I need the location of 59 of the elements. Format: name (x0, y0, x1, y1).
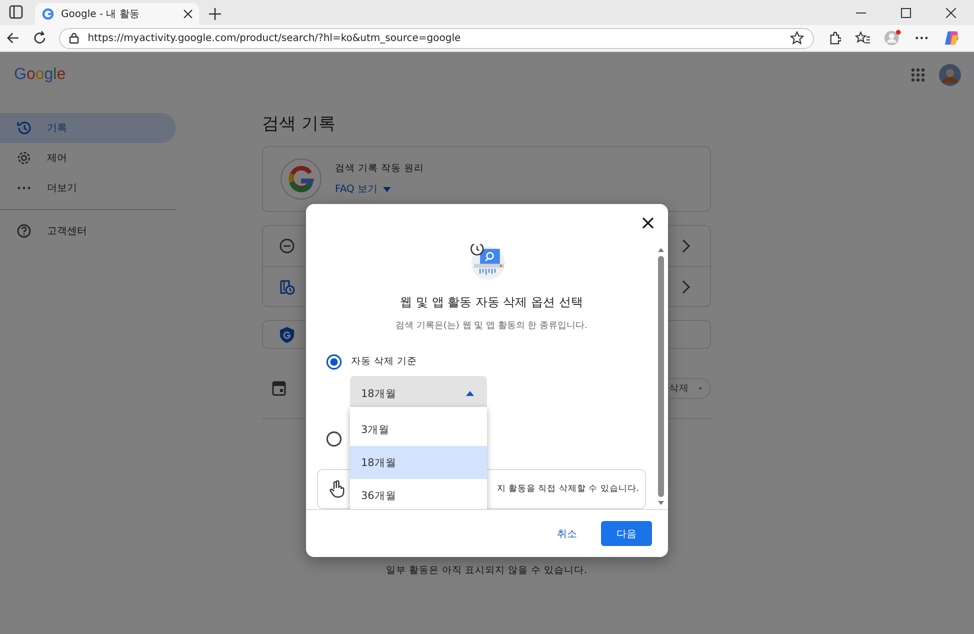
help-icon (16, 223, 32, 239)
browser-tab[interactable]: Google - 내 활동 (35, 3, 199, 25)
option-label: 자동 삭제 기준 (351, 355, 418, 368)
scroll-down-icon[interactable] (658, 501, 664, 505)
close-icon[interactable] (183, 9, 193, 19)
card-title: 검색 기록 작동 원리 (335, 162, 424, 175)
star-icon[interactable] (790, 31, 804, 45)
history-icon (16, 120, 32, 136)
more-icon (17, 186, 31, 190)
favorites-icon[interactable] (855, 31, 870, 45)
tab-actions-icon[interactable] (8, 4, 24, 20)
caret-icon (382, 186, 391, 192)
menu-item[interactable]: 18개월 (350, 446, 487, 479)
gear-icon (16, 150, 32, 166)
menu-item[interactable]: 36개월 (350, 479, 487, 509)
minus-circle-icon (279, 238, 295, 254)
page-title: 검색 기록 (262, 113, 336, 136)
calendar-icon[interactable] (272, 380, 286, 396)
more-icon[interactable] (915, 36, 929, 40)
sidebar-item[interactable]: 기록 (0, 113, 176, 143)
auto-delete-icon (279, 278, 295, 294)
sidebar-item[interactable]: 고객센터 (0, 216, 176, 246)
close-icon[interactable] (642, 217, 654, 229)
google-logo[interactable]: Google (14, 66, 66, 84)
radio-button[interactable] (326, 431, 342, 448)
menu-item[interactable]: 3개월 (350, 413, 487, 446)
shield-icon (280, 326, 294, 342)
scrollbar-thumb[interactable] (658, 256, 664, 497)
radio-button[interactable] (326, 354, 342, 370)
dialog-subtitle: 검색 기록은(는) 웹 및 앱 활동의 한 종류입니다. (396, 320, 588, 332)
next-button[interactable]: 다음 (601, 521, 652, 546)
sidebar-item[interactable]: 더보기 (0, 173, 176, 203)
sidebar-item[interactable]: 제어 (0, 143, 176, 173)
maximize-icon[interactable] (901, 8, 911, 18)
caret-icon (466, 391, 474, 396)
back-icon[interactable] (6, 31, 20, 45)
url-text: https://myactivity.google.com/product/search/?hl=ko&utm_source=google (88, 32, 462, 44)
dialog-title: 웹 및 앱 활동 자동 삭제 옵션 선택 (400, 294, 583, 311)
tab-title: Google - 내 활동 (61, 8, 140, 21)
profile-icon[interactable] (884, 29, 902, 47)
chevron-icon (682, 239, 690, 253)
google-history-icon (279, 157, 323, 201)
avatar-icon[interactable] (939, 64, 961, 86)
faq-link[interactable]: FAQ 보기 (335, 182, 424, 196)
scroll-up-icon[interactable] (658, 248, 664, 252)
hand-icon (329, 480, 345, 498)
copilot-icon[interactable] (942, 29, 960, 47)
info-text: 일부 활동은 아직 표시되지 않을 수 있습니다. (384, 564, 588, 577)
info-text: 지 활동을 직접 삭제할 수 있습니다. (496, 483, 639, 496)
google-icon (42, 8, 54, 20)
extensions-icon[interactable] (828, 31, 841, 45)
new-tab-icon[interactable] (209, 8, 221, 20)
chevron-icon (682, 280, 690, 294)
lock-icon (68, 32, 79, 44)
close-icon[interactable] (946, 8, 956, 18)
apps-icon[interactable] (911, 68, 925, 82)
reload-icon[interactable] (33, 31, 47, 45)
address-bar[interactable]: https://myactivity.google.com/product/search/?hl=ko&utm_source=google (58, 28, 814, 48)
cancel-button[interactable]: 취소 (551, 526, 583, 542)
